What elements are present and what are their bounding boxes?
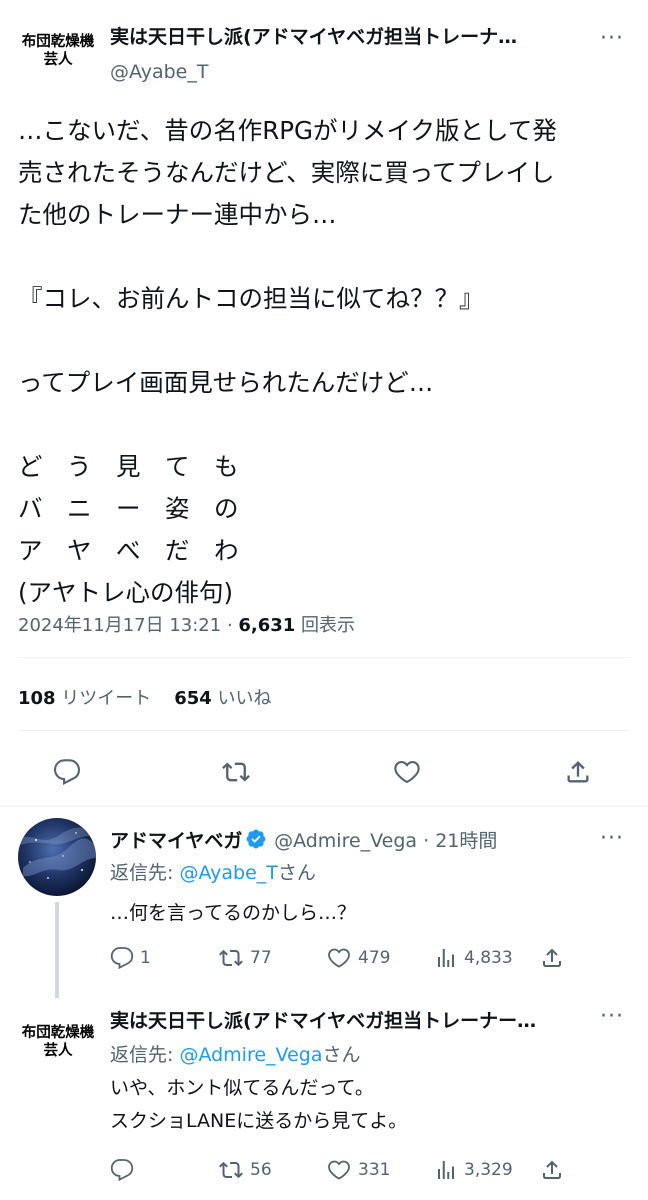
- share-button[interactable]: [540, 1158, 570, 1182]
- display-name[interactable]: アドマイヤベガ @Admire_Vega · 21時間: [110, 826, 497, 855]
- avatar[interactable]: [18, 818, 96, 896]
- divider: [18, 657, 630, 658]
- like-count: 331: [358, 1160, 391, 1180]
- reply-to-suffix: さん: [277, 862, 316, 884]
- divider: [0, 806, 648, 807]
- reply-line: …何を言ってるのかしら…？: [110, 902, 357, 924]
- avatar-text-line2: 芸人: [43, 52, 73, 68]
- avatar-text-line1: 布団乾燥機: [21, 34, 95, 50]
- tweet-line: バ ニ ー 姿 の: [18, 494, 239, 523]
- reply-to: 返信先: @Ayabe_Tさん: [110, 858, 316, 885]
- handle-time[interactable]: @Admire_Vega · 21時間: [274, 830, 497, 852]
- handle[interactable]: @Ayabe_T: [110, 61, 208, 83]
- share-icon: [543, 1160, 561, 1179]
- tweet-line: 売されたそうなんだけど、実際に買ってプレイし: [18, 158, 555, 187]
- reply-to: 返信先: @Admire_Vegaさん: [110, 1040, 360, 1067]
- analytics-icon: [438, 949, 454, 967]
- views-label: 回表示: [295, 615, 356, 636]
- reply-icon: [110, 947, 134, 970]
- tweet-meta: 2024年11月17日 13:21 · 6,631 回表示: [18, 611, 355, 637]
- likes-count[interactable]: 654: [174, 688, 212, 709]
- tweet-line: (アヤトレ心の俳句): [18, 578, 234, 607]
- avatar[interactable]: 布団乾燥機 芸人: [18, 1024, 98, 1060]
- display-name-text[interactable]: アドマイヤベガ: [110, 830, 242, 852]
- engagement-stats: 108 リツイート 654 いいね: [18, 684, 272, 710]
- tweet-line: 『コレ、お前んトコの担当に似てね？？』: [18, 284, 484, 313]
- views-count: 4,833: [464, 948, 513, 968]
- likes-label[interactable]: いいね: [212, 688, 272, 709]
- views-count: 6,631: [238, 615, 296, 636]
- retweet-button[interactable]: 56: [218, 1158, 272, 1182]
- share-button[interactable]: [540, 946, 570, 970]
- mention-link[interactable]: @Ayabe_T: [179, 862, 277, 884]
- tweet-line: ど う 見 て も: [18, 452, 239, 481]
- retweets-label[interactable]: リツイート: [56, 688, 151, 709]
- reply-actions: 56 331 3,329: [110, 1158, 590, 1188]
- retweet-icon: [219, 1161, 243, 1179]
- reply-button[interactable]: 1: [110, 946, 151, 970]
- like-icon: [328, 948, 350, 968]
- like-button[interactable]: 331: [326, 1158, 390, 1182]
- more-options-icon[interactable]: ···: [600, 1004, 624, 1029]
- retweet-count: 77: [250, 948, 272, 968]
- reply-body: …何を言ってるのかしら…？: [110, 897, 356, 930]
- retweet-icon[interactable]: [220, 758, 252, 786]
- avatar[interactable]: 布団乾燥機 芸人: [18, 33, 98, 69]
- views-button[interactable]: 3,329: [434, 1158, 513, 1182]
- reply-to-prefix: 返信先:: [110, 862, 180, 884]
- like-count: 479: [358, 948, 391, 968]
- tweet-line: …こないだ、昔の名作RPGがリメイク版として発: [18, 116, 557, 145]
- reply-count: 1: [140, 948, 151, 968]
- display-name[interactable]: 実は天日干し派(アドマイヤベガ担当トレーナー…: [110, 1006, 580, 1033]
- verified-badge-icon: [245, 828, 267, 855]
- retweet-button[interactable]: 77: [218, 946, 272, 970]
- mention-link[interactable]: @Admire_Vega: [179, 1044, 322, 1066]
- like-button[interactable]: 479: [326, 946, 390, 970]
- reply-body: いや、ホント似てるんだって。 スクショLANEに送るから見てよ。: [110, 1072, 407, 1138]
- reply-line: スクショLANEに送るから見てよ。: [110, 1110, 408, 1132]
- timestamp[interactable]: 2024年11月17日 13:21: [18, 615, 221, 636]
- divider: [18, 730, 630, 731]
- tweet-line: ってプレイ画面見せられたんだけど…: [18, 368, 434, 397]
- share-icon[interactable]: [564, 758, 592, 786]
- share-icon: [543, 948, 561, 967]
- retweet-count: 56: [250, 1160, 272, 1180]
- like-icon[interactable]: [392, 758, 422, 786]
- reply-button[interactable]: [110, 1158, 140, 1182]
- views-count: 3,329: [464, 1160, 513, 1180]
- meta-separator: ·: [221, 615, 239, 636]
- reply-icon[interactable]: [52, 758, 82, 786]
- thread-line: [55, 902, 59, 998]
- reply-to-suffix: さん: [322, 1044, 361, 1066]
- like-icon: [328, 1160, 350, 1180]
- tweet-actions: [0, 752, 648, 792]
- more-options-icon[interactable]: ···: [600, 26, 624, 51]
- reply-actions: 1 77 479 4,833: [110, 946, 590, 976]
- tweet-line: ア ヤ べ だ わ: [18, 536, 239, 565]
- avatar-text-line1: 布団乾燥機: [21, 1025, 95, 1041]
- analytics-icon: [438, 1161, 454, 1179]
- retweet-icon: [219, 949, 243, 967]
- tweet-body: …こないだ、昔の名作RPGがリメイク版として発 売されたそうなんだけど、実際に買…: [18, 110, 638, 614]
- more-options-icon[interactable]: ···: [600, 826, 624, 851]
- reply-icon: [110, 1159, 134, 1182]
- reply-to-prefix: 返信先:: [110, 1044, 180, 1066]
- avatar-text-line2: 芸人: [43, 1043, 73, 1059]
- views-button[interactable]: 4,833: [434, 946, 513, 970]
- tweet-line: た他のトレーナー連中から…: [18, 200, 337, 229]
- reply-line: いや、ホント似てるんだって。: [110, 1077, 374, 1099]
- retweets-count[interactable]: 108: [18, 688, 56, 709]
- display-name[interactable]: 実は天日干し派(アドマイヤベガ担当トレーナ…: [110, 22, 580, 49]
